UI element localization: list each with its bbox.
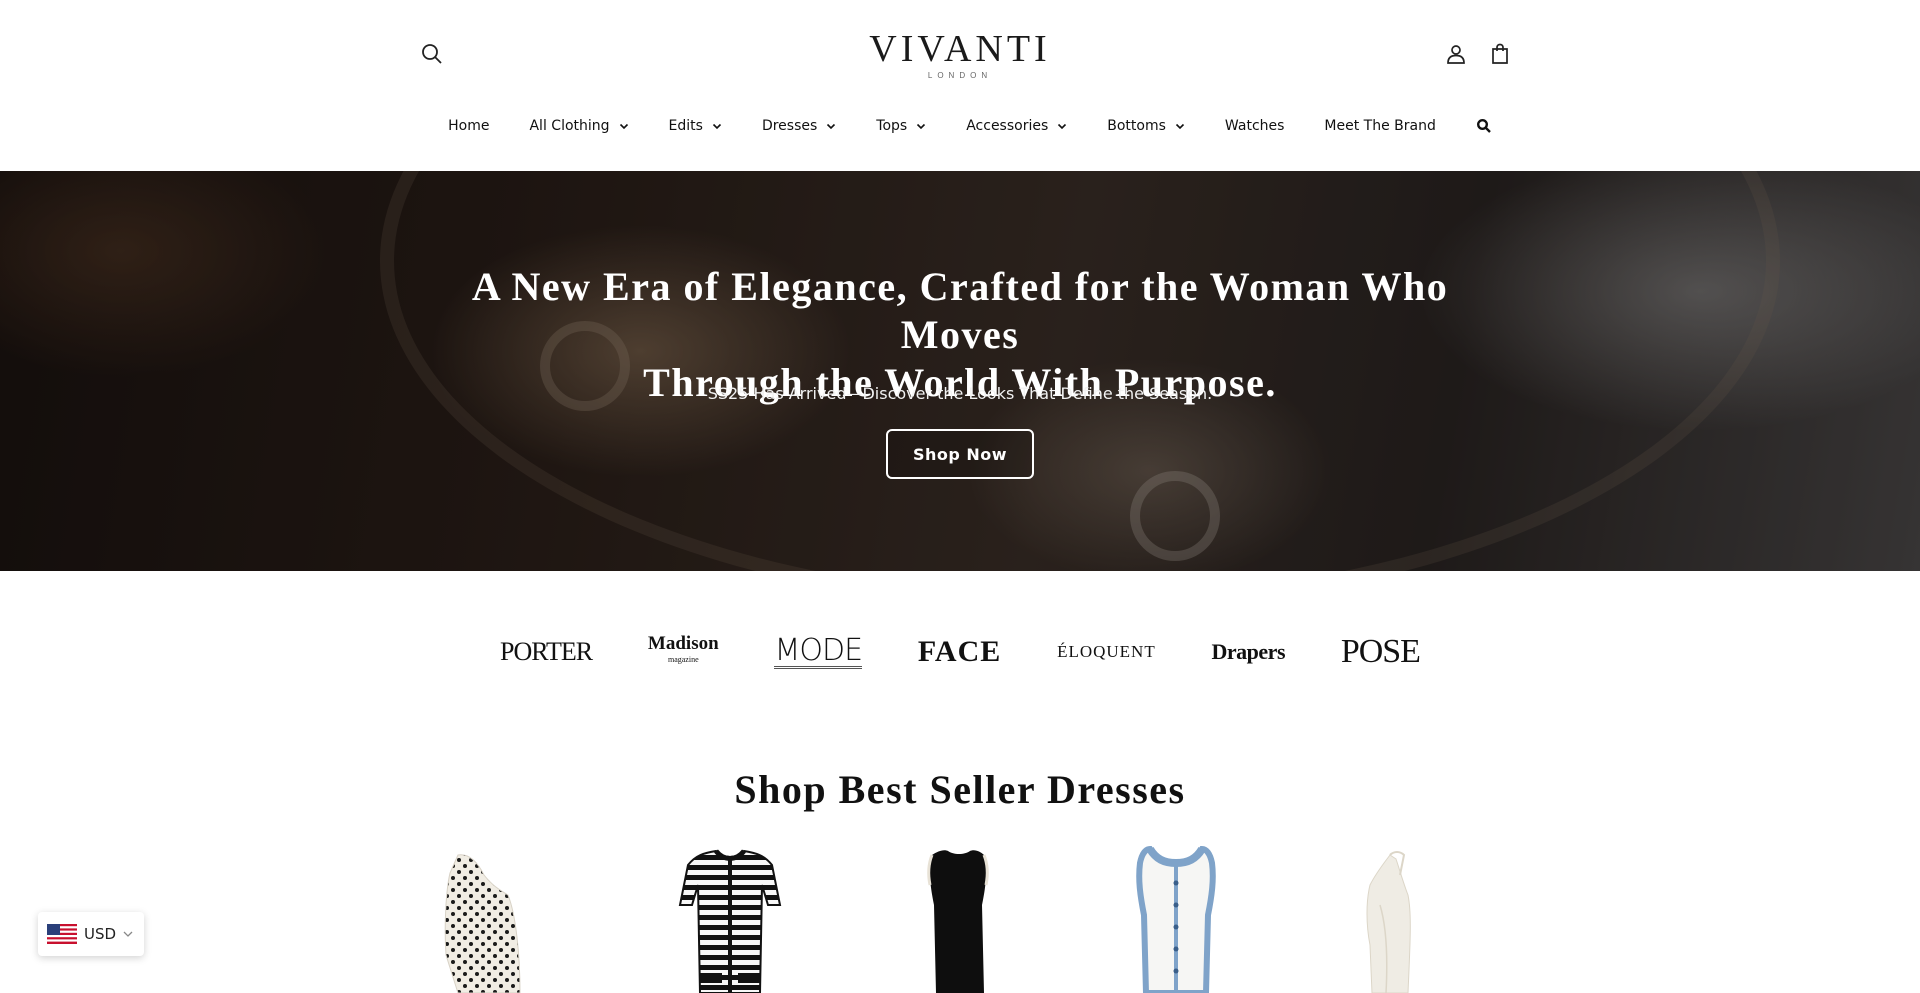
nav-item-bottoms[interactable]: Bottoms xyxy=(1107,118,1185,134)
product-card[interactable] xyxy=(1300,845,1500,993)
chevron-down-icon xyxy=(1058,123,1067,130)
nav-item-tops[interactable]: Tops xyxy=(876,118,926,134)
chevron-down-icon xyxy=(827,123,836,130)
search-icon[interactable] xyxy=(1476,118,1492,134)
drapers-logo: Drapers xyxy=(1211,639,1286,664)
porter-logo: PORTER xyxy=(500,637,593,666)
nav-item-label: Edits xyxy=(668,118,703,134)
chevron-down-icon xyxy=(917,123,926,130)
product-image xyxy=(1136,845,1216,993)
product-image xyxy=(1366,851,1411,993)
nav-item-label: Meet The Brand xyxy=(1324,118,1436,134)
nav-item-label: Home xyxy=(448,118,490,134)
brand-logo[interactable]: VIVANTI LONDON xyxy=(860,30,1060,80)
product-card[interactable] xyxy=(1080,845,1280,993)
madison-logo: Madison magazine xyxy=(647,633,719,668)
logo-wordmark: VIVANTI xyxy=(869,28,1051,70)
nav-item-label: Tops xyxy=(876,118,908,134)
nav-item-label: Bottoms xyxy=(1107,118,1166,134)
chevron-down-icon xyxy=(619,123,628,130)
logo-subtitle: LONDON xyxy=(927,71,993,80)
nav-item-accessories[interactable]: Accessories xyxy=(966,118,1067,134)
site-header: VIVANTI LONDON Home All Clothing Edits D… xyxy=(0,0,1920,171)
chevron-down-icon xyxy=(123,931,133,937)
search-icon[interactable] xyxy=(420,42,444,66)
nav-item-all-clothing[interactable]: All Clothing xyxy=(529,118,628,134)
pose-logo: POSE xyxy=(1340,633,1421,670)
product-card[interactable] xyxy=(420,845,620,993)
madison-logo-text: Madison xyxy=(647,633,719,654)
face-logo: FACE xyxy=(917,635,1002,668)
hero-subtitle: SS25 Has Arrived—Discover the Looks That… xyxy=(707,384,1213,403)
madison-logo-sub: magazine xyxy=(667,655,699,664)
product-image xyxy=(678,849,782,993)
nav-item-label: Accessories xyxy=(966,118,1049,134)
product-grid xyxy=(420,845,1500,993)
product-image xyxy=(444,854,521,993)
user-icon[interactable] xyxy=(1444,42,1468,66)
shopping-bag-icon[interactable] xyxy=(1488,42,1512,66)
chevron-down-icon xyxy=(1175,123,1184,130)
nav-item-meet-the-brand[interactable]: Meet The Brand xyxy=(1324,118,1435,134)
best-sellers-title: Shop Best Seller Dresses xyxy=(734,767,1186,812)
nav-item-label: Dresses xyxy=(761,118,818,134)
nav-item-dresses[interactable]: Dresses xyxy=(762,118,836,134)
nav-item-label: Watches xyxy=(1224,118,1285,134)
currency-label: USD xyxy=(84,925,117,943)
press-logos: PORTER Madison magazine MODE FACE ÉLOQUE… xyxy=(500,630,1421,674)
nav-item-watches[interactable]: Watches xyxy=(1225,118,1285,134)
eloquent-logo: ÉLOQUENT xyxy=(1057,642,1156,661)
hero-banner: A New Era of Elegance, Crafted for the W… xyxy=(0,171,1920,571)
mode-logo: MODE xyxy=(774,632,863,669)
nav-item-label: All Clothing xyxy=(529,118,610,134)
chevron-down-icon xyxy=(712,123,722,130)
shop-now-button[interactable]: Shop Now xyxy=(886,429,1034,479)
hero-title-line: A New Era of Elegance, Crafted for the W… xyxy=(471,264,1449,357)
product-card[interactable] xyxy=(860,845,1060,993)
nav-item-home[interactable]: Home xyxy=(448,118,489,134)
main-navigation: Home All Clothing Edits Dresses Tops Acc… xyxy=(0,110,1920,142)
us-flag-icon xyxy=(47,924,77,944)
product-image xyxy=(927,850,989,993)
nav-item-edits[interactable]: Edits xyxy=(669,118,722,134)
product-card[interactable] xyxy=(640,845,840,993)
currency-selector[interactable]: USD xyxy=(38,912,144,956)
